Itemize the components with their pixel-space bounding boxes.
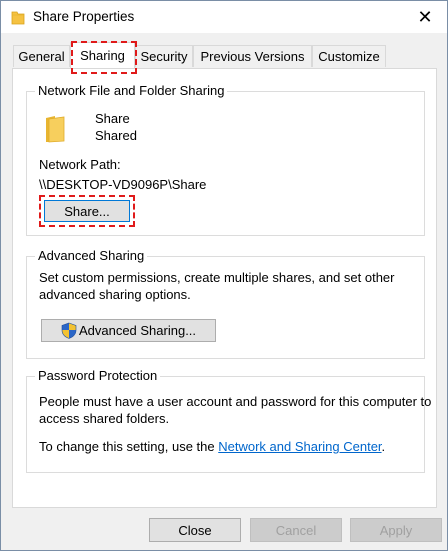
advanced-sharing-description-2: advanced sharing options.	[39, 287, 191, 302]
network-sharing-center-link[interactable]: Network and Sharing Center	[218, 439, 381, 454]
close-button-label: Close	[178, 522, 212, 538]
tab-previous-versions[interactable]: Previous Versions	[193, 45, 312, 67]
password-protection-line-2: access shared folders.	[39, 411, 170, 426]
title-bar[interactable]: Share Properties ✕	[1, 1, 447, 33]
network-sharing-group: Network File and Folder Sharing Share Sh…	[26, 83, 425, 236]
tab-security[interactable]: Security	[135, 45, 193, 67]
close-icon: ✕	[417, 6, 433, 27]
tab-sharing-label: Sharing	[80, 48, 125, 63]
password-protection-line-3: To change this setting, use the Network …	[39, 439, 385, 454]
window-title: Share Properties	[33, 9, 135, 24]
advanced-sharing-title: Advanced Sharing	[35, 248, 148, 263]
share-properties-window: Share Properties ✕ General Sharing Secur…	[0, 0, 448, 551]
tab-general-label: General	[18, 49, 65, 64]
network-path-value: \\DESKTOP-VD9096P\Share	[39, 177, 207, 192]
close-button[interactable]: Close	[149, 518, 241, 542]
tab-general[interactable]: General	[13, 45, 70, 67]
tab-sharing[interactable]: Sharing	[70, 42, 135, 68]
tab-previous-versions-label: Previous Versions	[200, 49, 305, 64]
advanced-sharing-button-label: Advanced Sharing...	[78, 323, 197, 338]
share-button-label: Share...	[64, 203, 110, 219]
advanced-sharing-group: Advanced Sharing Set custom permissions,…	[26, 248, 425, 359]
tab-customize-label: Customize	[318, 49, 380, 64]
change-setting-text: To change this setting, use the	[39, 439, 219, 454]
folder-icon	[11, 11, 25, 25]
cancel-button[interactable]: Cancel	[250, 518, 342, 542]
password-protection-line-1: People must have a user account and pass…	[39, 394, 432, 409]
tab-customize[interactable]: Customize	[312, 45, 386, 67]
cancel-button-label: Cancel	[275, 522, 317, 538]
folder-status: Shared	[95, 128, 137, 143]
apply-button-label: Apply	[379, 522, 413, 538]
password-protection-group: Password Protection People must have a u…	[26, 368, 431, 473]
advanced-sharing-button[interactable]: Advanced Sharing...	[41, 319, 216, 342]
network-sharing-title: Network File and Folder Sharing	[35, 83, 228, 98]
shared-folder-icon	[46, 116, 65, 143]
advanced-sharing-description-1: Set custom permissions, create multiple …	[39, 270, 395, 285]
tab-strip: General Sharing Security Previous Versio…	[1, 33, 447, 69]
close-window-button[interactable]: ✕	[403, 1, 447, 33]
apply-button[interactable]: Apply	[350, 518, 442, 542]
network-path-label: Network Path:	[39, 157, 121, 172]
change-setting-period: .	[381, 439, 386, 454]
share-button[interactable]: Share...	[44, 200, 130, 222]
password-protection-title: Password Protection	[35, 368, 161, 383]
folder-name: Share	[95, 111, 130, 126]
sharing-tab-panel: Network File and Folder Sharing Share Sh…	[12, 68, 437, 508]
uac-shield-icon	[61, 322, 77, 339]
tab-security-label: Security	[140, 49, 188, 64]
